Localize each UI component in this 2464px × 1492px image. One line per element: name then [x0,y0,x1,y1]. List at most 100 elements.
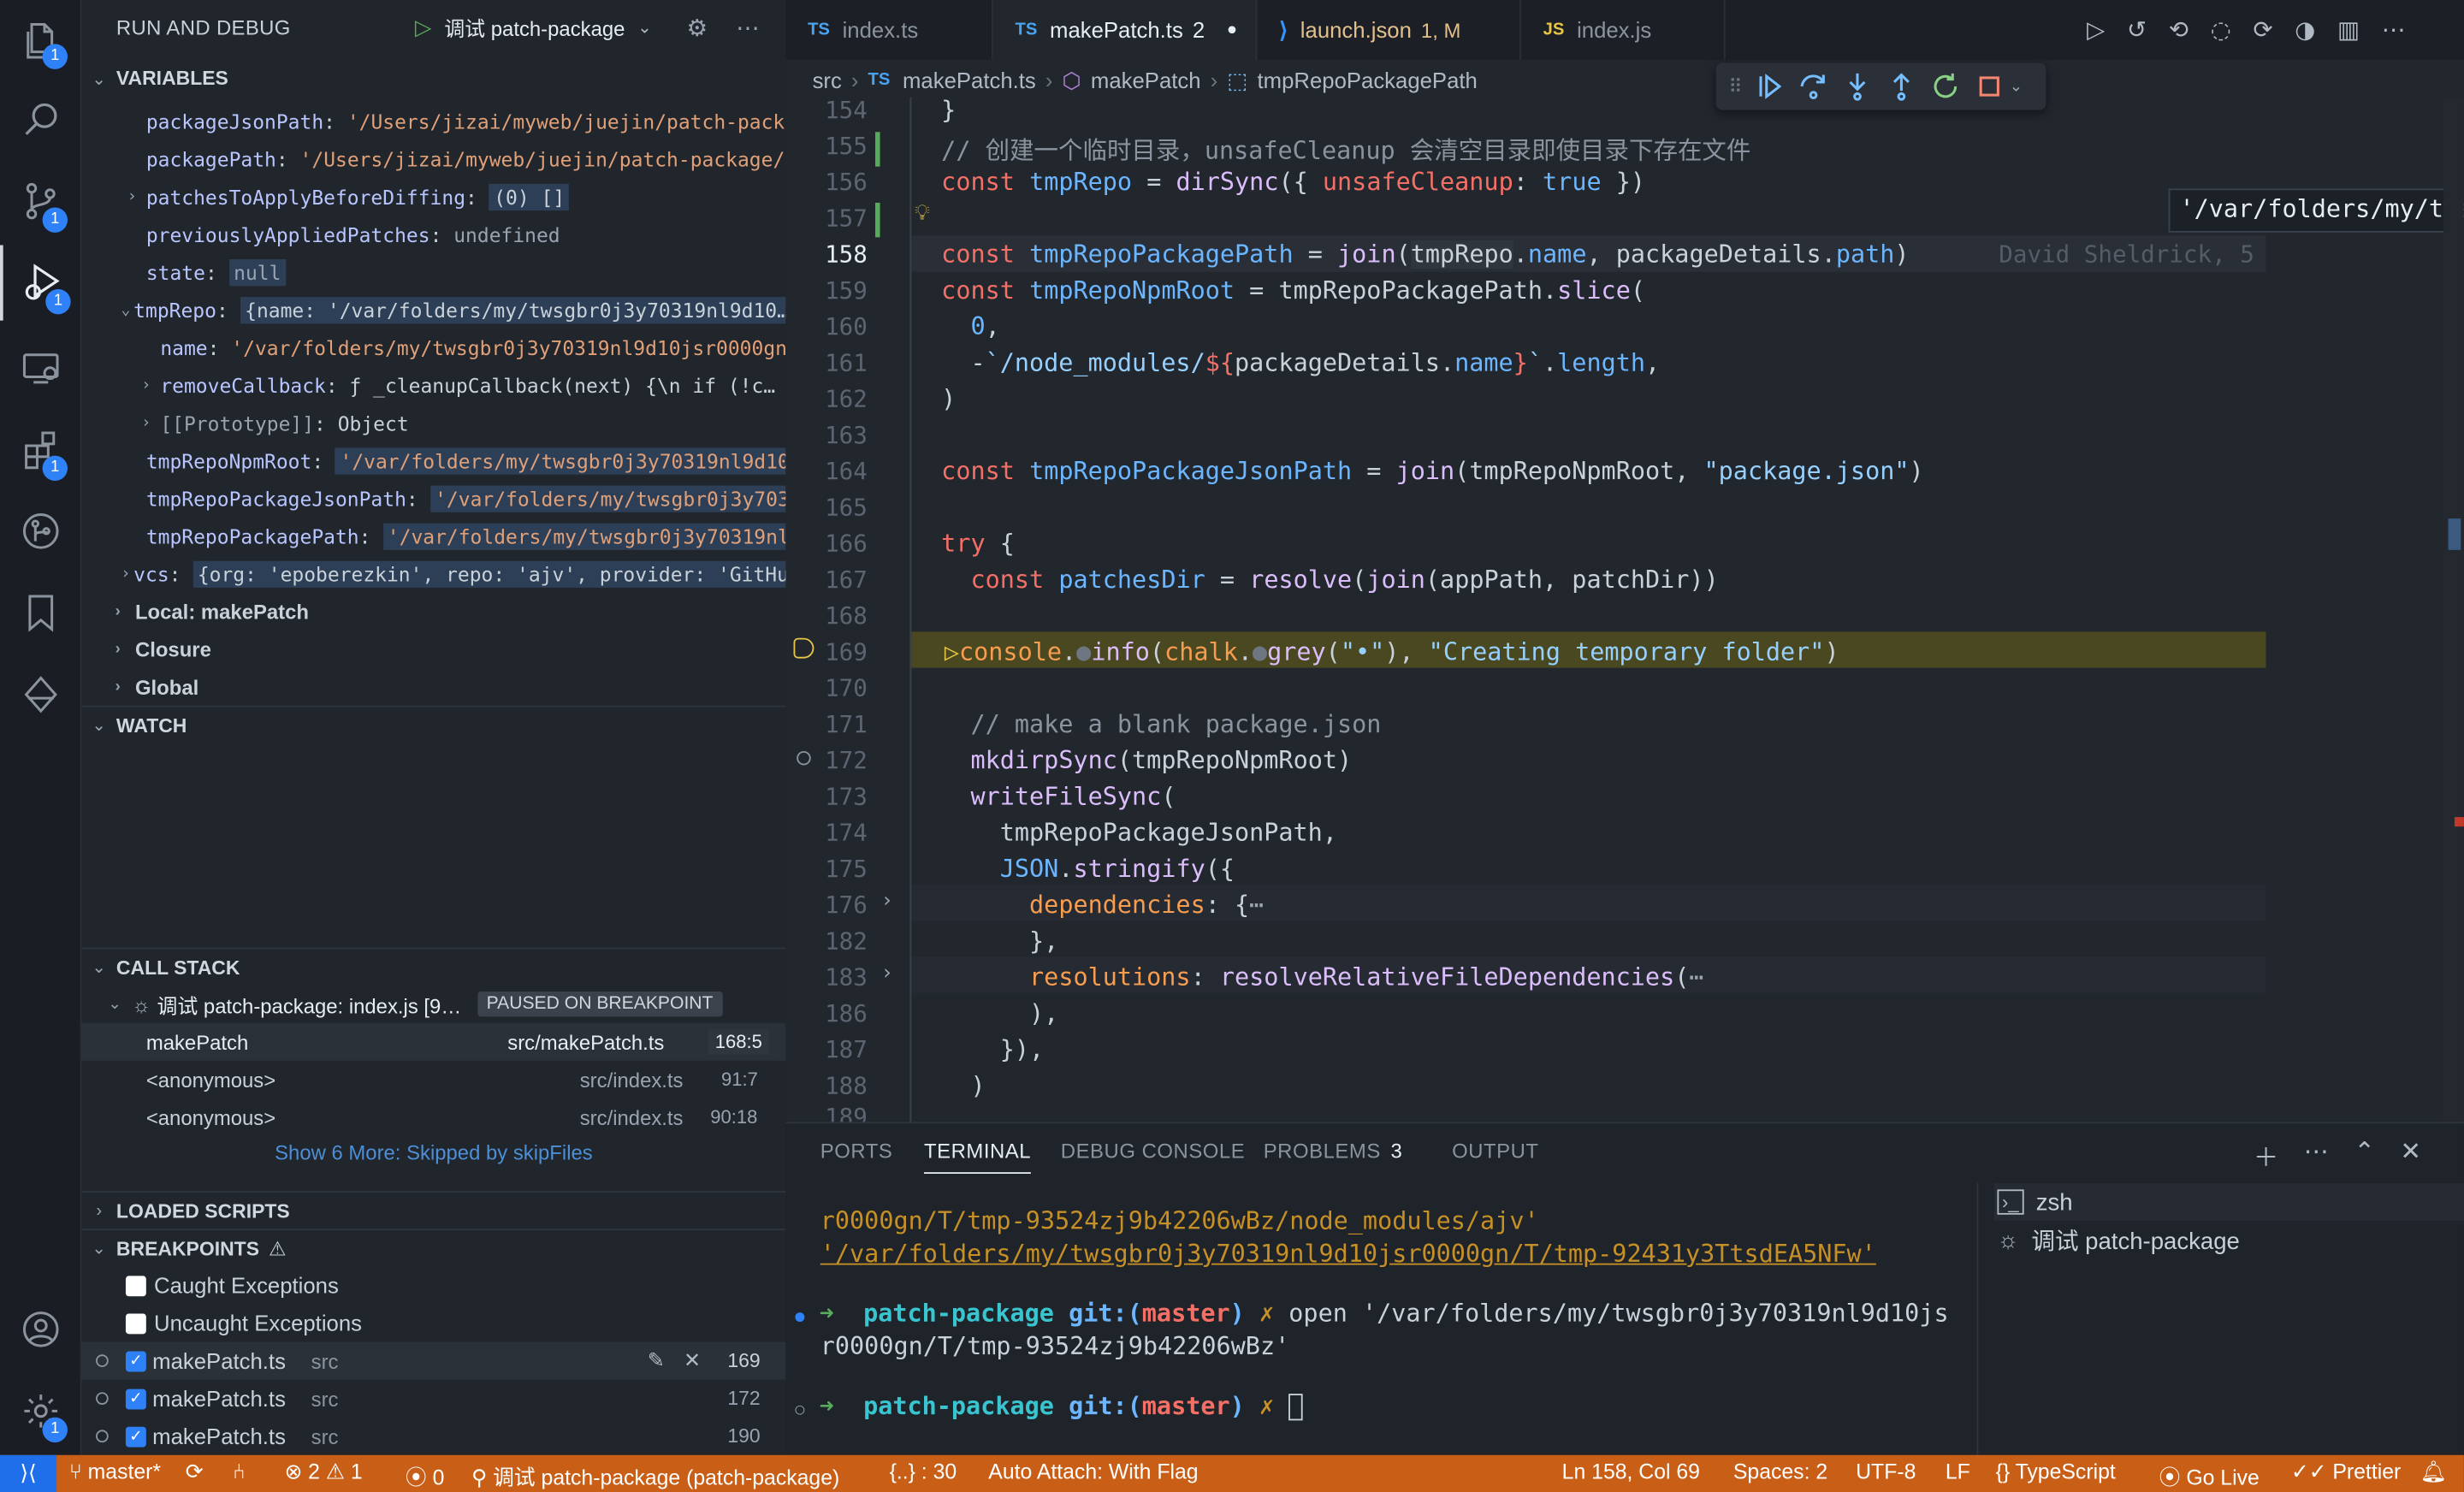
variable-row[interactable]: previouslyAppliedPatches: undefined [82,216,786,253]
code-line[interactable]: ) [941,1072,985,1100]
tab-ports[interactable]: PORTS [820,1140,893,1163]
code-line[interactable]: const tmpRepoPackageJsonPath = join(tmpR… [941,457,1923,485]
git-graph-status-icon[interactable]: ⑃ [233,1459,246,1483]
source-control-icon[interactable]: 1 [0,163,82,239]
account-icon[interactable] [0,1292,82,1367]
variable-row[interactable]: packagePath: '/Users/jizai/myweb/juejin/… [82,139,786,177]
debug-session-indicator[interactable]: ⚲ 调试 patch-package (patch-package) [471,1459,839,1491]
branch-indicator[interactable]: ⑂ master* [69,1459,161,1483]
code-line[interactable]: }), [941,1035,1044,1063]
scope-local[interactable]: › Local: makePatch [82,592,786,630]
code-line[interactable]: 0, [941,313,999,341]
compare-icon[interactable]: ◑ [2295,15,2315,44]
code-line[interactable]: } [941,96,956,124]
vertical-scrollbar[interactable] [2443,97,2464,1122]
step-into-icon[interactable] [1839,69,1874,104]
variable-row[interactable]: › vcs: {org: 'epoberezkin', repo: 'ajv', … [82,554,786,592]
tab-output[interactable]: OUTPUT [1452,1140,1538,1163]
restart-icon[interactable] [1928,69,1962,104]
continue-icon[interactable] [1752,69,1786,104]
ports-indicator[interactable]: ⦿ 0 [406,1459,445,1491]
go-back-icon[interactable]: ⟲ [2169,15,2189,44]
tab-problems[interactable]: PROBLEMS [1264,1140,1381,1163]
code-line[interactable]: ) [941,385,956,413]
split-editor-icon[interactable]: ▥ [2337,15,2360,44]
more-icon[interactable]: ⋯ [2382,15,2406,44]
run-debug-icon[interactable]: 1 [0,245,82,321]
variable-row[interactable]: packageJsonPath: '/Users/jizai/myweb/jue… [82,102,786,139]
step-out-icon[interactable] [1884,69,1918,104]
call-stack-thread[interactable]: ⌄ ☼ 调试 patch-package: index.js [9… PAUSE… [82,986,786,1023]
start-debug-icon[interactable]: ▷ [415,15,432,41]
remote-explorer-icon[interactable] [0,330,82,406]
checkbox-checked[interactable]: ✓ [125,1425,146,1447]
code-line[interactable]: writeFileSync( [941,783,1176,811]
run-icon[interactable]: ▷ [2087,15,2105,44]
new-terminal-icon[interactable]: ＋ [2254,1136,2278,1174]
breakpoint-item[interactable]: ✓ makePatch.ts src 190 [82,1418,786,1455]
watch-section-header[interactable]: ⌄ WATCH [81,705,786,743]
bookmarks-icon[interactable] [0,575,82,650]
tab-makepatch-ts[interactable]: TS makePatch.ts 2 ● [992,0,1258,60]
code-line[interactable]: // 创建一个临时目录，unsafeCleanup 会清空目录即使目录下存在文件 [941,132,1750,166]
breadcrumb-item[interactable]: tmpRepoPackagePath [1258,68,1478,92]
code-line[interactable]: ▷console.●info(chalk.●grey("•"), "Creati… [945,638,1839,666]
variable-row[interactable]: tmpRepoPackagePath: '/var/folders/my/tws… [82,517,786,554]
chevron-right-icon[interactable]: › [135,414,157,431]
gear-icon[interactable]: ⚙ [686,14,708,41]
chevron-right-icon[interactable]: › [121,565,130,582]
extensions-icon[interactable]: 1 [0,411,82,487]
code-line[interactable]: resolutions: resolveRelativeFileDependen… [941,963,1704,992]
fold-chevron-icon[interactable]: › [883,962,891,986]
maximize-panel-icon[interactable]: ⌃ [2354,1136,2375,1174]
cursor-position[interactable]: Ln 158, Col 69 [1562,1459,1700,1483]
variable-row[interactable]: tmpRepoPackageJsonPath: '/var/folders/my… [82,479,786,517]
show-more-frames-link[interactable]: Show 6 More: Skipped by skipFiles [82,1133,786,1170]
problems-indicator[interactable]: ⊗ 2 ⚠ 1 [284,1459,362,1484]
chevron-down-icon[interactable]: ⌄ [104,996,126,1013]
chevron-right-icon[interactable]: › [107,678,129,696]
breakpoint-paused-icon[interactable] [793,637,814,659]
breadcrumb-item[interactable]: makePatch.ts [903,68,1036,92]
chevron-down-icon[interactable]: ⌄ [2010,78,2023,95]
scope-global[interactable]: › Global [82,668,786,706]
eol-indicator[interactable]: LF [1946,1459,1970,1483]
explorer-icon[interactable]: 1 [0,3,82,79]
manage-gear-icon[interactable]: 1 [0,1373,82,1448]
unsaved-dot-icon[interactable]: ● [1227,21,1237,39]
breakpoint-hollow-icon[interactable] [797,750,811,766]
call-stack-frame[interactable]: makePatch src/makePatch.ts 168:5 [81,1022,786,1061]
terminal-list-item[interactable]: ›_ zsh [1993,1183,2464,1222]
chevron-right-icon[interactable]: › [107,640,129,657]
terminal-prompt-line[interactable]: ○ ➜ patch-package git:(master) ✗ [795,1392,1303,1421]
code-line[interactable]: dependencies: {⋯ [941,891,1264,919]
go-prev-change-icon[interactable]: ◌ [2211,15,2231,44]
code-line[interactable]: const tmpRepo = dirSync({ unsafeCleanup:… [941,169,1645,197]
checkbox[interactable] [125,1312,146,1334]
chevron-right-icon[interactable]: › [107,602,129,619]
testing-icon[interactable] [0,657,82,732]
more-actions-icon[interactable]: ⋯ [736,14,760,41]
variable-row[interactable]: name: '/var/folders/my/twsgbr0j3y70319nl… [82,329,785,366]
debug-config-selector[interactable]: ▷ 调试 patch-package ⌄ ⚙ ⋯ [415,13,760,43]
fold-chevron-icon[interactable]: › [883,890,891,914]
drag-handle-icon[interactable]: ⠿ [1728,75,1742,98]
prettier-indicator[interactable]: ✓✓ Prettier [2291,1459,2401,1484]
code-line[interactable]: try { [941,530,1015,558]
breakpoints-section-header[interactable]: ⌄ BREAKPOINTS ⚠ [81,1229,786,1266]
code-line[interactable]: }, [941,927,1058,956]
tab-launch-json[interactable]: ⟩ launch.json 1, M [1257,0,1521,60]
checkbox-checked[interactable]: ✓ [125,1350,146,1371]
checkbox-checked[interactable]: ✓ [125,1388,146,1409]
uncaught-exceptions-row[interactable]: Uncaught Exceptions [82,1304,786,1341]
code-line[interactable]: mkdirpSync(tmpRepoNpmRoot) [941,746,1352,774]
call-stack-section-header[interactable]: ⌄ CALL STACK [81,947,786,986]
encoding-indicator[interactable]: UTF-8 [1856,1459,1916,1483]
code-line[interactable]: JSON.stringify({ [941,855,1235,883]
scope-closure[interactable]: › Closure [82,631,786,668]
git-graph-icon[interactable] [0,494,82,569]
breadcrumb-item[interactable]: makePatch [1091,68,1201,92]
terminal-output-link[interactable]: '/var/folders/my/twsgbr0j3y70319nl9d10js… [820,1240,1876,1268]
symbols-indicator[interactable]: {..} : 30 [890,1459,957,1483]
lightbulb-icon[interactable]: 💡︎ [915,201,930,226]
